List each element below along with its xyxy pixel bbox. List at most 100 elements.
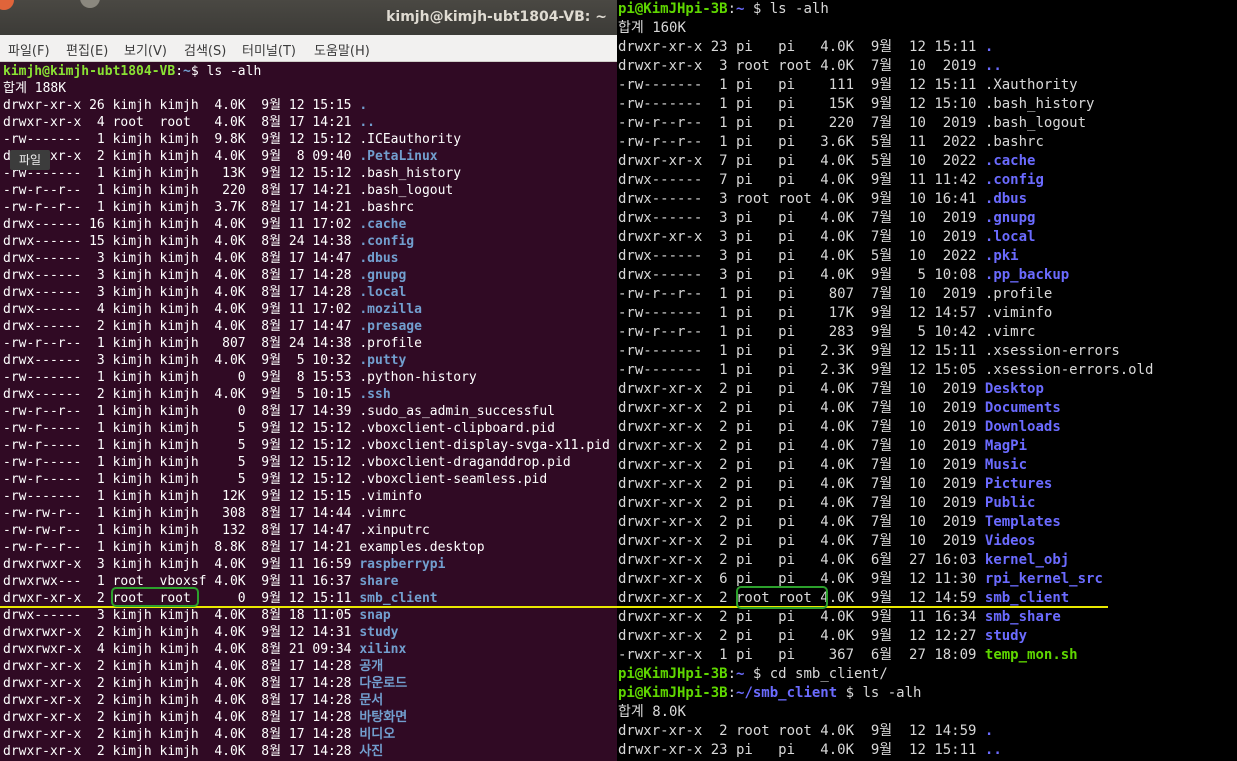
listing-row: drwxr-xr-x 23 pi pi 4.0K 9월 12 15:11 . — [618, 38, 1237, 57]
file-metadata: -rw-rw-r-- 1 kimjh kimjh 308 8월 17 14:44 — [3, 506, 360, 521]
file-name: 다운로드 — [359, 676, 408, 691]
listing-row: drwxr-xr-x 2 kimjh kimjh 4.0K 8월 17 14:2… — [3, 658, 615, 675]
listing-row: drwxr-xr-x 2 pi pi 4.0K 7월 10 2019 Downl… — [618, 418, 1237, 437]
prompt-symbol: $ — [744, 666, 770, 682]
file-name: .bash_history — [984, 96, 1095, 112]
listing-row: -rw------- 1 kimjh kimjh 12K 9월 12 15:15… — [3, 488, 615, 505]
file-name: . — [359, 98, 368, 113]
total-line: 합계 188K — [3, 81, 67, 96]
listing-row: -rw------- 1 pi pi 15K 9월 12 15:10 .bash… — [618, 95, 1237, 114]
file-name: .viminfo — [984, 305, 1053, 321]
listing-row: drwxrwxr-x 3 kimjh kimjh 4.0K 9월 11 16:5… — [3, 556, 615, 573]
minimize-window-button[interactable] — [80, 0, 100, 8]
file-metadata: -rw-rw-r-- 1 kimjh kimjh 132 8월 17 14:47 — [3, 523, 360, 538]
file-name: .PetaLinux — [359, 149, 438, 164]
file-name: .xsession-errors.old — [984, 362, 1154, 378]
file-metadata: -rw-r----- 1 kimjh kimjh 5 9월 12 15:12 — [3, 438, 360, 453]
file-metadata: drwxr-xr-x 2 root root 4.0K 9월 12 14:59 — [618, 723, 985, 739]
file-name: xilinx — [359, 642, 407, 657]
file-metadata: -rw-r--r-- 1 kimjh kimjh 3.7K 8월 17 14:2… — [3, 200, 360, 215]
file-metadata: -rw------- 1 kimjh kimjh 13K 9월 12 15:12 — [3, 166, 360, 181]
file-name: Music — [984, 457, 1028, 473]
menu-terminal[interactable]: 터미널(T) — [242, 40, 296, 59]
file-name: smb_client — [984, 590, 1070, 606]
listing-row: drwx------ 3 kimjh kimjh 4.0K 8월 17 14:4… — [3, 250, 615, 267]
prompt-path: ~ — [183, 64, 191, 79]
listing: drwxr-xr-x 26 kimjh kimjh 4.0K 9월 12 15:… — [3, 97, 615, 760]
file-name: .vboxclient-draganddrop.pid — [359, 455, 571, 470]
listing-row: drwx------ 2 kimjh kimjh 4.0K 9월 5 10:15… — [3, 386, 615, 403]
file-name: Videos — [984, 533, 1036, 549]
file-name: .bashrc — [984, 134, 1044, 150]
menu-file[interactable]: 파일(F) — [8, 40, 50, 59]
file-metadata: -rw-r--r-- 1 kimjh kimjh 8.8K 8월 17 14:2… — [3, 540, 360, 555]
file-name: .dbus — [984, 191, 1028, 207]
menu-search[interactable]: 검색(S) — [184, 40, 226, 59]
file-metadata: -rw-r----- 1 kimjh kimjh 5 9월 12 15:12 — [3, 455, 360, 470]
listing: drwxr-xr-x 2 root root 4.0K 9월 12 14:59 … — [618, 722, 1237, 760]
file-metadata: -rw------- 1 pi pi 111 9월 12 15:11 — [618, 77, 985, 93]
file-name: kernel_obj — [984, 552, 1070, 568]
listing-row: drwx------ 4 kimjh kimjh 4.0K 9월 11 17:0… — [3, 301, 615, 318]
prompt-separator: : — [727, 685, 737, 701]
listing-row: -rw-rw-r-- 1 kimjh kimjh 308 8월 17 14:44… — [3, 505, 615, 522]
listing-row: drwx------ 3 kimjh kimjh 4.0K 8월 18 11:0… — [3, 607, 615, 624]
file-name: .config — [359, 234, 415, 249]
file-metadata: drwxrwxr-x 3 kimjh kimjh 4.0K 9월 11 16:5… — [3, 557, 360, 572]
ubuntu-terminal-window: kimjh@kimjh-ubt1804-VB: ~ 파일(F) 편집(E) 보기… — [0, 0, 617, 761]
listing-row: drwx------ 3 pi pi 4.0K 7월 10 2019 .gnup… — [618, 209, 1237, 228]
file-name: .bash_logout — [984, 115, 1087, 131]
file-name: 비디오 — [359, 727, 396, 742]
file-metadata: drwxr-xr-x 2 pi pi 4.0K 7월 10 2019 — [618, 533, 985, 549]
listing-row: drwx------ 7 pi pi 4.0K 9월 11 11:42 .con… — [618, 171, 1237, 190]
listing-row: drwxr-xr-x 2 root root 4.0K 9월 12 14:59 … — [618, 722, 1237, 741]
file-metadata: drwxr-xr-x 2 pi pi 4.0K 7월 10 2019 — [618, 476, 985, 492]
listing-row: -rw------- 1 pi pi 2.3K 9월 12 15:11 .xse… — [618, 342, 1237, 361]
file-metadata: drwx------ 3 kimjh kimjh 4.0K 8월 17 14:2… — [3, 268, 360, 283]
listing-row: drwxr-xr-x 4 root root 4.0K 8월 17 14:21 … — [3, 114, 615, 131]
file-name: . — [984, 39, 994, 55]
terminal-output[interactable]: pi@KimJHpi-3B:~ $ ls -alh 합계 160K drwxr-… — [618, 0, 1237, 760]
file-name: .bash_logout — [359, 183, 454, 198]
total-line: 합계 8.0K — [618, 704, 686, 720]
listing-row: drwx------ 3 kimjh kimjh 4.0K 8월 17 14:2… — [3, 267, 615, 284]
file-name: .Xauthority — [984, 77, 1078, 93]
listing-row: -rw-r--r-- 1 pi pi 220 7월 10 2019 .bash_… — [618, 114, 1237, 133]
file-name: .dbus — [359, 251, 399, 266]
menu-tooltip: 파일 — [10, 150, 50, 170]
listing-row: -rw------- 1 pi pi 111 9월 12 15:11 .Xaut… — [618, 76, 1237, 95]
close-window-button[interactable] — [0, 0, 14, 10]
listing-row: drwxr-xr-x 2 root root 0 9월 12 15:11 smb… — [3, 590, 615, 607]
file-name: . — [984, 723, 994, 739]
file-name: .bashrc — [359, 200, 415, 215]
file-metadata: drwx------ 3 kimjh kimjh 4.0K 8월 18 11:0… — [3, 608, 360, 623]
prompt-line: pi@KimJHpi-3B:~ $ cd smb_client/ — [618, 665, 1237, 684]
listing-row: -rw-r--r-- 1 pi pi 283 9월 5 10:42 .vimrc — [618, 323, 1237, 342]
file-name: 바탕화면 — [359, 710, 408, 725]
file-name: .pki — [984, 248, 1019, 264]
file-metadata: drwxr-xr-x 3 pi pi 4.0K 7월 10 2019 — [618, 229, 985, 245]
file-metadata: -rw-r--r-- 1 pi pi 807 7월 10 2019 — [618, 286, 985, 302]
owner-highlight-box — [736, 586, 828, 609]
menu-edit[interactable]: 편집(E) — [66, 40, 108, 59]
file-metadata: drwxrwxr-x 2 kimjh kimjh 4.0K 9월 12 14:3… — [3, 625, 360, 640]
menu-view[interactable]: 보기(V) — [124, 40, 167, 59]
listing-row: -rw-r--r-- 1 pi pi 807 7월 10 2019 .profi… — [618, 285, 1237, 304]
listing-row: -rw-r----- 1 kimjh kimjh 5 9월 12 15:12 .… — [3, 454, 615, 471]
file-name: .. — [359, 115, 375, 130]
prompt-line: pi@KimJHpi-3B:~/smb_client $ ls -alh — [618, 684, 1237, 703]
file-metadata: drwxr-xr-x 2 kimjh kimjh 4.0K 8월 17 14:2… — [3, 659, 360, 674]
terminal-output[interactable]: kimjh@kimjh-ubt1804-VB:~$ ls -alh 합계 188… — [3, 63, 615, 760]
file-name: share — [359, 574, 399, 589]
file-name: .sudo_as_admin_successful — [359, 404, 556, 419]
listing-row: drwxr-xr-x 2 pi pi 4.0K 7월 10 2019 Video… — [618, 532, 1237, 551]
prompt-separator: : — [175, 64, 184, 79]
listing-row: drwxr-xr-x 2 kimjh kimjh 4.0K 8월 17 14:2… — [3, 726, 615, 743]
file-metadata: -rw-r----- 1 kimjh kimjh 5 9월 12 15:12 — [3, 421, 360, 436]
file-metadata: drwxr-xr-x 26 kimjh kimjh 4.0K 9월 12 15:… — [3, 98, 360, 113]
file-metadata: drwxr-xr-x 2 pi pi 4.0K 7월 10 2019 — [618, 495, 985, 511]
menu-help[interactable]: 도움말(H) — [314, 40, 370, 59]
listing-row: -rw-rw-r-- 1 kimjh kimjh 132 8월 17 14:47… — [3, 522, 615, 539]
file-metadata: drwxr-xr-x 2 pi pi 4.0K 7월 10 2019 — [618, 381, 985, 397]
listing-row: drwxr-xr-x 23 pi pi 4.0K 9월 12 15:11 .. — [618, 741, 1237, 760]
